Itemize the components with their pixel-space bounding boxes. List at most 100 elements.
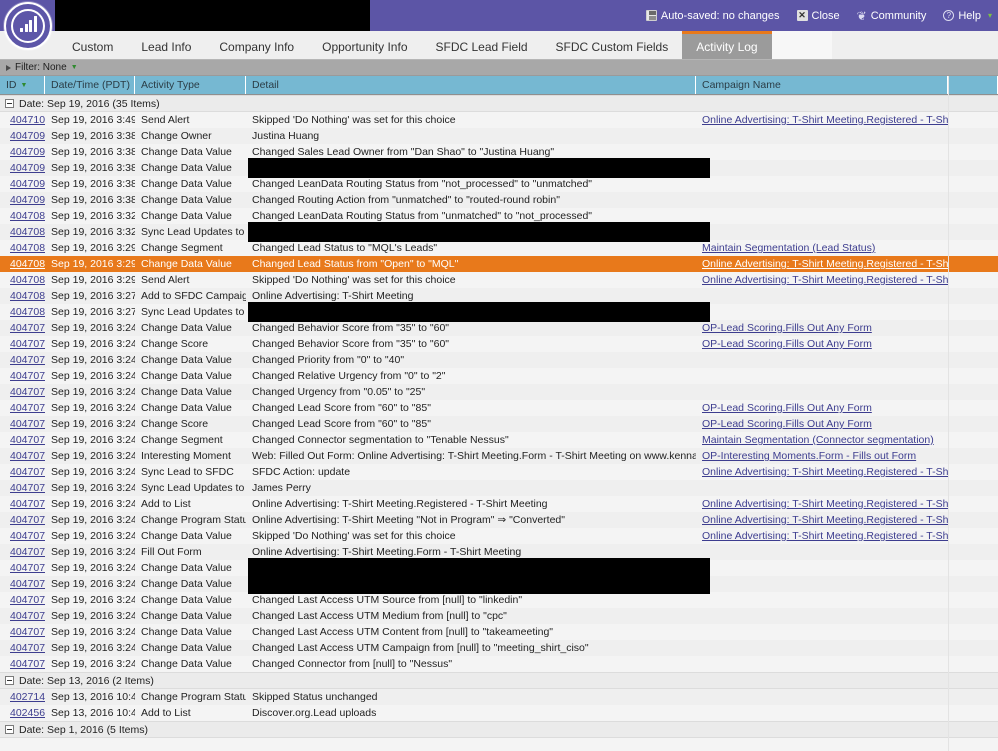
activity-id-link[interactable]: 40470823 — [10, 274, 45, 286]
activity-id-link[interactable]: 40470777 — [10, 466, 45, 478]
table-row[interactable]: 40470825 Sep 19, 2016 3:29 PM Change Segme… — [0, 240, 998, 256]
table-row[interactable]: 40470765 Sep 19, 2016 3:24 PM Change Data … — [0, 656, 998, 672]
activity-id-link[interactable]: 40470776 — [10, 482, 45, 494]
activity-id-link[interactable]: 40470782 — [10, 386, 45, 398]
group-header-row[interactable]: Date: Sep 13, 2016 (2 Items) — [0, 672, 998, 689]
column-header-detail[interactable]: Detail — [246, 76, 696, 94]
tab-sfdc-lead-field[interactable]: SFDC Lead Field — [422, 31, 542, 59]
campaign-link[interactable]: Maintain Segmentation (Lead Status) — [702, 242, 875, 254]
activity-id-link[interactable]: 40470982 — [10, 194, 45, 206]
table-row[interactable]: 40470781 Sep 19, 2016 3:24 PM Change Data … — [0, 400, 998, 416]
collapse-icon[interactable] — [5, 725, 14, 734]
activity-id-link[interactable]: 40470803 — [10, 290, 45, 302]
table-row[interactable]: 40470766 Sep 19, 2016 3:24 PM Change Data … — [0, 640, 998, 656]
campaign-link[interactable]: Online Advertising: T-Shirt Meeting.Regi… — [702, 514, 948, 526]
campaign-link[interactable]: Maintain Segmentation (Connector segment… — [702, 434, 934, 446]
campaign-link[interactable]: OP-Lead Scoring.Fills Out Any Form — [702, 322, 872, 334]
activity-id-link[interactable]: 40245638 — [10, 707, 45, 719]
activity-id-link[interactable]: 40470770 — [10, 578, 45, 590]
campaign-link[interactable]: Online Advertising: T-Shirt Meeting.Regi… — [702, 274, 948, 286]
campaign-link[interactable]: Online Advertising: T-Shirt Meeting.Regi… — [702, 114, 948, 126]
table-row[interactable]: 40470768 Sep 19, 2016 3:24 PM Change Data … — [0, 608, 998, 624]
activity-id-link[interactable]: 40470768 — [10, 610, 45, 622]
tab-company-info[interactable]: Company Info — [205, 31, 308, 59]
campaign-link[interactable]: OP-Interesting Moments.Form - Fills out … — [702, 450, 916, 462]
campaign-link[interactable]: OP-Lead Scoring.Fills Out Any Form — [702, 418, 872, 430]
activity-id-link[interactable]: 40470868 — [10, 226, 45, 238]
table-row[interactable]: 40245638 Sep 13, 2016 10:46 ... Add to Lis… — [0, 705, 998, 721]
activity-id-link[interactable]: 40470785 — [10, 338, 45, 350]
group-header-row[interactable]: Date: Sep 1, 2016 (5 Items) — [0, 721, 998, 738]
activity-id-link[interactable]: 40470767 — [10, 626, 45, 638]
activity-id-link[interactable]: 40470985 — [10, 146, 45, 158]
activity-id-link[interactable]: 40470775 — [10, 498, 45, 510]
activity-id-link[interactable]: 40470984 — [10, 162, 45, 174]
activity-id-link[interactable]: 40470986 — [10, 130, 45, 142]
table-row[interactable]: 40470784 Sep 19, 2016 3:24 PM Change Data … — [0, 352, 998, 368]
tab-sfdc-custom-fields[interactable]: SFDC Custom Fields — [542, 31, 683, 59]
table-row[interactable]: 40470769 Sep 19, 2016 3:24 PM Change Data … — [0, 592, 998, 608]
campaign-link[interactable]: Online Advertising: T-Shirt Meeting.Regi… — [702, 498, 948, 510]
activity-id-link[interactable]: 40470983 — [10, 178, 45, 190]
activity-id-link[interactable]: 40471010 — [10, 114, 45, 126]
column-header-id[interactable]: ID ▼ — [0, 76, 45, 94]
tab-custom[interactable]: Custom — [58, 31, 127, 59]
table-row[interactable]: 40470779 Sep 19, 2016 3:24 PM Change Segme… — [0, 432, 998, 448]
table-row[interactable]: 40470824 Sep 19, 2016 3:29 PM Change Data … — [0, 256, 998, 272]
campaign-link[interactable]: Online Advertising: T-Shirt Meeting.Regi… — [702, 466, 948, 478]
activity-id-link[interactable]: 40470779 — [10, 434, 45, 446]
tab-activity-log[interactable]: Activity Log — [682, 31, 772, 59]
table-row[interactable]: 40470774 Sep 19, 2016 3:24 PM Change Progr… — [0, 512, 998, 528]
campaign-link[interactable]: OP-Lead Scoring.Fills Out Any Form — [702, 402, 872, 414]
activity-id-link[interactable]: 40470771 — [10, 562, 45, 574]
table-row[interactable]: 40470785 Sep 19, 2016 3:24 PM Change Score… — [0, 336, 998, 352]
table-row[interactable]: 40470780 Sep 19, 2016 3:24 PM Change Score… — [0, 416, 998, 432]
chevron-down-icon[interactable]: ▼ — [71, 64, 78, 71]
column-header-activity-type[interactable]: Activity Type — [135, 76, 246, 94]
close-button[interactable]: ✕ Close — [796, 10, 840, 22]
activity-id-link[interactable]: 40470778 — [10, 450, 45, 462]
activity-id-link[interactable]: 40470765 — [10, 658, 45, 670]
table-row[interactable]: 40470782 Sep 19, 2016 3:24 PM Change Data … — [0, 384, 998, 400]
campaign-link[interactable]: Online Advertising: T-Shirt Meeting.Regi… — [702, 530, 948, 542]
table-row[interactable]: 40470773 Sep 19, 2016 3:24 PM Change Data … — [0, 528, 998, 544]
table-row[interactable]: 40470786 Sep 19, 2016 3:24 PM Change Data … — [0, 320, 998, 336]
table-row[interactable]: 40470775 Sep 19, 2016 3:24 PM Add to List O… — [0, 496, 998, 512]
community-button[interactable]: ❦ Community — [857, 9, 927, 23]
table-row[interactable]: 40470777 Sep 19, 2016 3:24 PM Sync Lead to… — [0, 464, 998, 480]
activity-id-link[interactable]: 40470870 — [10, 210, 45, 222]
collapse-icon[interactable] — [5, 676, 14, 685]
collapse-icon[interactable] — [5, 99, 14, 108]
activity-id-link[interactable]: 40470786 — [10, 322, 45, 334]
activity-id-link[interactable]: 40470769 — [10, 594, 45, 606]
campaign-link[interactable]: Online Advertising: T-Shirt Meeting.Regi… — [702, 258, 948, 270]
campaign-link[interactable]: OP-Lead Scoring.Fills Out Any Form — [702, 338, 872, 350]
table-row[interactable]: 40470982 Sep 19, 2016 3:38 PM Change Data … — [0, 192, 998, 208]
activity-id-link[interactable]: 40470780 — [10, 418, 45, 430]
table-row[interactable]: 40470776 Sep 19, 2016 3:24 PM Sync Lead Up… — [0, 480, 998, 496]
filter-bar[interactable]: Filter: None ▼ — [0, 60, 998, 76]
table-row[interactable]: 40470783 Sep 19, 2016 3:24 PM Change Data … — [0, 368, 998, 384]
table-row[interactable]: 40470983 Sep 19, 2016 3:38 PM Change Data … — [0, 176, 998, 192]
activity-id-link[interactable]: 40470824 — [10, 258, 45, 270]
table-row[interactable]: 40471010 Sep 19, 2016 3:49 PM Send Alert Sk… — [0, 112, 998, 128]
table-row[interactable]: 40470767 Sep 19, 2016 3:24 PM Change Data … — [0, 624, 998, 640]
group-header-row[interactable]: Date: Sep 19, 2016 (35 Items) — [0, 95, 998, 112]
table-row[interactable]: 40470986 Sep 19, 2016 3:38 PM Change Owner… — [0, 128, 998, 144]
column-header-datetime[interactable]: Date/Time (PDT) — [45, 76, 135, 94]
activity-id-link[interactable]: 40470784 — [10, 354, 45, 366]
tab-opportunity-info[interactable]: Opportunity Info — [308, 31, 421, 59]
activity-id-link[interactable]: 40271402 — [10, 691, 45, 703]
table-row[interactable]: 40271402 Sep 13, 2016 10:46 ... Change Pro… — [0, 689, 998, 705]
table-row[interactable]: 40470778 Sep 19, 2016 3:24 PM Interesting … — [0, 448, 998, 464]
activity-id-link[interactable]: 40470825 — [10, 242, 45, 254]
activity-id-link[interactable]: 40470774 — [10, 514, 45, 526]
activity-id-link[interactable]: 40470783 — [10, 370, 45, 382]
activity-id-link[interactable]: 40470766 — [10, 642, 45, 654]
activity-id-link[interactable]: 40470781 — [10, 402, 45, 414]
table-row[interactable]: 40470823 Sep 19, 2016 3:29 PM Send Alert Sk… — [0, 272, 998, 288]
help-button[interactable]: ? Help ▾ — [943, 10, 992, 22]
tab-lead-info[interactable]: Lead Info — [127, 31, 205, 59]
activity-id-link[interactable]: 40470772 — [10, 546, 45, 558]
activity-id-link[interactable]: 40470773 — [10, 530, 45, 542]
